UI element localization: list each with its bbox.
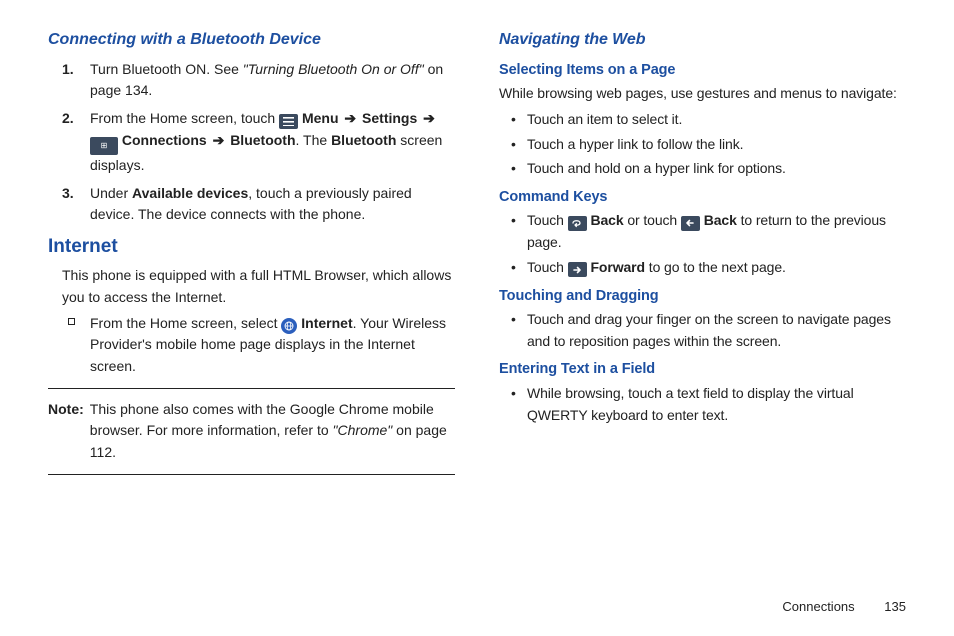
command-bullets: Touch Back or touch Back to return to th… xyxy=(499,210,906,278)
bullet-text: Touch xyxy=(527,259,568,275)
globe-icon xyxy=(281,318,297,334)
subheading-selecting: Selecting Items on a Page xyxy=(499,59,906,81)
back-label: Back xyxy=(590,212,623,228)
note-body: This phone also comes with the Google Ch… xyxy=(90,399,455,464)
menu-label: Menu xyxy=(302,110,339,126)
bullet-text: to go to the next page. xyxy=(649,259,786,275)
cross-ref: "Chrome" xyxy=(333,422,393,438)
subheading-touching: Touching and Dragging xyxy=(499,285,906,307)
back-curve-icon xyxy=(568,216,587,231)
list-item: Touch Forward to go to the next page. xyxy=(511,257,906,279)
step-number: 3. xyxy=(62,183,74,205)
page-footer: Connections 135 xyxy=(782,599,906,614)
menu-icon xyxy=(279,114,298,129)
divider xyxy=(48,388,455,389)
arrow-icon: ➔ xyxy=(421,110,437,126)
internet-step: From the Home screen, select Internet. Y… xyxy=(48,313,455,378)
selecting-bullets: Touch an item to select it. Touch a hype… xyxy=(499,109,906,180)
list-item: Touch Back or touch Back to return to th… xyxy=(511,210,906,253)
bluetooth-steps: 1. Turn Bluetooth ON. See "Turning Bluet… xyxy=(48,59,455,226)
bluetooth-label: Bluetooth xyxy=(230,132,295,148)
bluetooth-label: Bluetooth xyxy=(331,132,396,148)
step-2: 2. From the Home screen, touch Menu ➔ Se… xyxy=(72,108,455,176)
square-bullet-icon xyxy=(68,318,75,325)
footer-section: Connections xyxy=(782,599,854,614)
arrow-icon: ➔ xyxy=(342,110,358,126)
bullet-text: or touch xyxy=(627,212,681,228)
connections-icon: ⊞ xyxy=(90,137,118,155)
step-number: 2. xyxy=(62,108,74,130)
list-item: Touch a hyper link to follow the link. xyxy=(511,134,906,156)
available-devices-label: Available devices xyxy=(132,185,248,201)
bullet-text: Touch xyxy=(527,212,568,228)
footer-page-number: 135 xyxy=(884,599,906,614)
connections-label: Connections xyxy=(122,132,207,148)
list-item: While browsing, touch a text field to di… xyxy=(511,383,906,426)
list-item: Touch and hold on a hyper link for optio… xyxy=(511,158,906,180)
back-label: Back xyxy=(704,212,737,228)
touching-bullets: Touch and drag your finger on the screen… xyxy=(499,309,906,352)
step-text: . The xyxy=(296,132,332,148)
entering-bullets: While browsing, touch a text field to di… xyxy=(499,383,906,426)
note-label: Note: xyxy=(48,399,84,464)
right-column: Navigating the Web Selecting Items on a … xyxy=(499,28,906,485)
step-1: 1. Turn Bluetooth ON. See "Turning Bluet… xyxy=(72,59,455,102)
settings-label: Settings xyxy=(362,110,417,126)
forward-label: Forward xyxy=(590,259,645,275)
step-text: Turn Bluetooth ON. See xyxy=(90,61,243,77)
cross-ref: "Turning Bluetooth On or Off" xyxy=(243,61,424,77)
internet-label: Internet xyxy=(301,315,352,331)
selecting-intro: While browsing web pages, use gestures a… xyxy=(499,83,906,105)
divider xyxy=(48,474,455,475)
heading-navigating: Navigating the Web xyxy=(499,28,906,53)
heading-bluetooth: Connecting with a Bluetooth Device xyxy=(48,28,455,53)
subheading-command-keys: Command Keys xyxy=(499,186,906,208)
list-item: Touch an item to select it. xyxy=(511,109,906,131)
step-3: 3. Under Available devices, touch a prev… xyxy=(72,183,455,226)
back-arrow-icon xyxy=(681,216,700,231)
step-text: From the Home screen, select xyxy=(90,315,281,331)
forward-arrow-icon xyxy=(568,262,587,277)
internet-intro: This phone is equipped with a full HTML … xyxy=(62,265,455,308)
heading-internet: Internet xyxy=(48,232,455,261)
left-column: Connecting with a Bluetooth Device 1. Tu… xyxy=(48,28,455,485)
step-text: From the Home screen, touch xyxy=(90,110,279,126)
arrow-icon: ➔ xyxy=(211,132,227,148)
step-text: Under xyxy=(90,185,132,201)
subheading-entering: Entering Text in a Field xyxy=(499,358,906,380)
note: Note: This phone also comes with the Goo… xyxy=(48,399,455,464)
list-item: Touch and drag your finger on the screen… xyxy=(511,309,906,352)
step-number: 1. xyxy=(62,59,74,81)
